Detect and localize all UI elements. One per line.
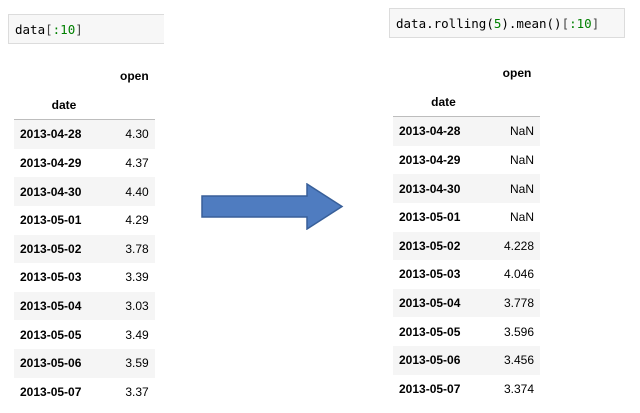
cell-value: NaN: [509, 124, 534, 139]
input-cell-head[interactable]: data[:10]: [8, 14, 164, 44]
row-index: 2013-05-04: [399, 296, 461, 311]
table-row: 2013-05-04 3.03: [14, 291, 155, 321]
code-slice: :10: [569, 15, 592, 31]
row-index: 2013-04-30: [20, 184, 82, 199]
table-row: 2013-05-07 3.37: [14, 378, 155, 407]
table-row: 2013-05-01 4.29: [14, 206, 155, 235]
table-row: 2013-04-28 4.30: [14, 119, 155, 149]
cell-value: 3.59: [125, 356, 149, 371]
arrow-shape: [201, 183, 344, 230]
cell-value: 3.39: [125, 270, 149, 285]
column-header-open: open: [120, 69, 149, 84]
cell-value: NaN: [509, 181, 534, 196]
row-index: 2013-04-28: [399, 124, 461, 139]
cell-value: 4.37: [125, 156, 149, 171]
row-index: 2013-05-03: [399, 267, 461, 282]
cell-value: 3.78: [125, 241, 149, 256]
row-index: 2013-04-29: [20, 156, 82, 171]
table-row: 2013-05-04 3.778: [393, 288, 540, 318]
cell-value: 3.456: [503, 353, 534, 368]
table-row: 2013-05-06 3.456: [393, 345, 540, 375]
table-row: 2013-04-30 NaN: [393, 174, 540, 203]
cell-value: 4.228: [503, 238, 534, 253]
header-spacer: [14, 62, 114, 91]
row-index: 2013-05-06: [399, 353, 461, 368]
row-index: 2013-05-05: [399, 324, 461, 339]
row-index: 2013-05-06: [20, 356, 82, 371]
row-index: 2013-05-03: [20, 270, 82, 285]
code-variable: data: [15, 21, 46, 37]
cell-value: 4.29: [125, 213, 149, 228]
code-variable: data: [396, 15, 427, 31]
row-index: 2013-04-28: [20, 127, 82, 142]
table-row: 2013-05-02 3.78: [14, 234, 155, 264]
row-index: 2013-05-02: [399, 238, 461, 253]
row-index: 2013-04-29: [399, 153, 461, 168]
table-row: 2013-05-05 3.49: [14, 320, 155, 349]
row-index: 2013-05-07: [399, 381, 461, 396]
table-row: 2013-04-30 4.40: [14, 177, 155, 206]
column-header-row: open: [14, 62, 155, 91]
column-header-open: open: [502, 66, 532, 81]
code-slice: :10: [52, 21, 76, 37]
right-arrow-icon: [201, 183, 344, 230]
cell-value: NaN: [509, 153, 534, 168]
index-name-date: date: [14, 90, 114, 121]
cell-value: 3.596: [503, 324, 534, 339]
cell-value: 4.40: [125, 184, 149, 199]
code-close-bracket: ]: [591, 15, 600, 31]
row-index: 2013-05-01: [20, 213, 82, 228]
dataframe-output-original: open date 2013-04-28 4.30 2013-04-29 4.37 …: [14, 62, 155, 406]
table-row: 2013-05-01 NaN: [393, 203, 540, 232]
column-header-row: open: [393, 59, 540, 88]
code-window: 5: [493, 15, 502, 31]
index-name-row: date: [393, 87, 540, 118]
table-row: 2013-05-06 3.59: [14, 348, 155, 378]
cell-value: 3.374: [503, 381, 534, 396]
code-close-bracket: ]: [75, 21, 83, 37]
code-rolling-call: .rolling(: [426, 15, 494, 31]
row-index: 2013-04-30: [399, 181, 461, 196]
table-row: 2013-04-29 NaN: [393, 146, 540, 175]
index-name-date: date: [393, 87, 494, 118]
table-row: 2013-05-07 3.374: [393, 375, 540, 404]
dataframe-output-rolling-mean: open date 2013-04-28 NaN 2013-04-29 NaN 20…: [393, 59, 540, 403]
table-row: 2013-05-03 4.046: [393, 260, 540, 289]
cell-value: 3.49: [125, 327, 149, 342]
cell-value: NaN: [509, 210, 534, 225]
table-row: 2013-05-02 4.228: [393, 231, 540, 261]
index-name-row: date: [14, 90, 155, 121]
table-row: 2013-04-28 NaN: [393, 116, 540, 146]
row-index: 2013-05-07: [20, 384, 82, 399]
code-open-bracket: [: [561, 15, 570, 31]
row-index: 2013-05-02: [20, 241, 82, 256]
input-cell-rolling[interactable]: data .rolling(5).mean()[:10]: [389, 8, 625, 38]
row-index: 2013-05-04: [20, 299, 82, 314]
code-mean-call: ).mean(): [501, 15, 562, 31]
code-open-bracket: [: [45, 21, 53, 37]
cell-value: 3.778: [503, 296, 534, 311]
cell-value: 4.30: [125, 127, 149, 142]
header-spacer: [114, 90, 155, 121]
row-index: 2013-05-05: [20, 327, 82, 342]
cell-value: 3.37: [125, 384, 149, 399]
table-row: 2013-04-29 4.37: [14, 149, 155, 178]
header-spacer: [393, 59, 494, 88]
row-index: 2013-05-01: [399, 210, 461, 225]
table-row: 2013-05-03 3.39: [14, 263, 155, 292]
table-row: 2013-05-05 3.596: [393, 317, 540, 346]
cell-value: 3.03: [125, 299, 149, 314]
header-spacer: [494, 87, 540, 118]
cell-value: 4.046: [503, 267, 534, 282]
